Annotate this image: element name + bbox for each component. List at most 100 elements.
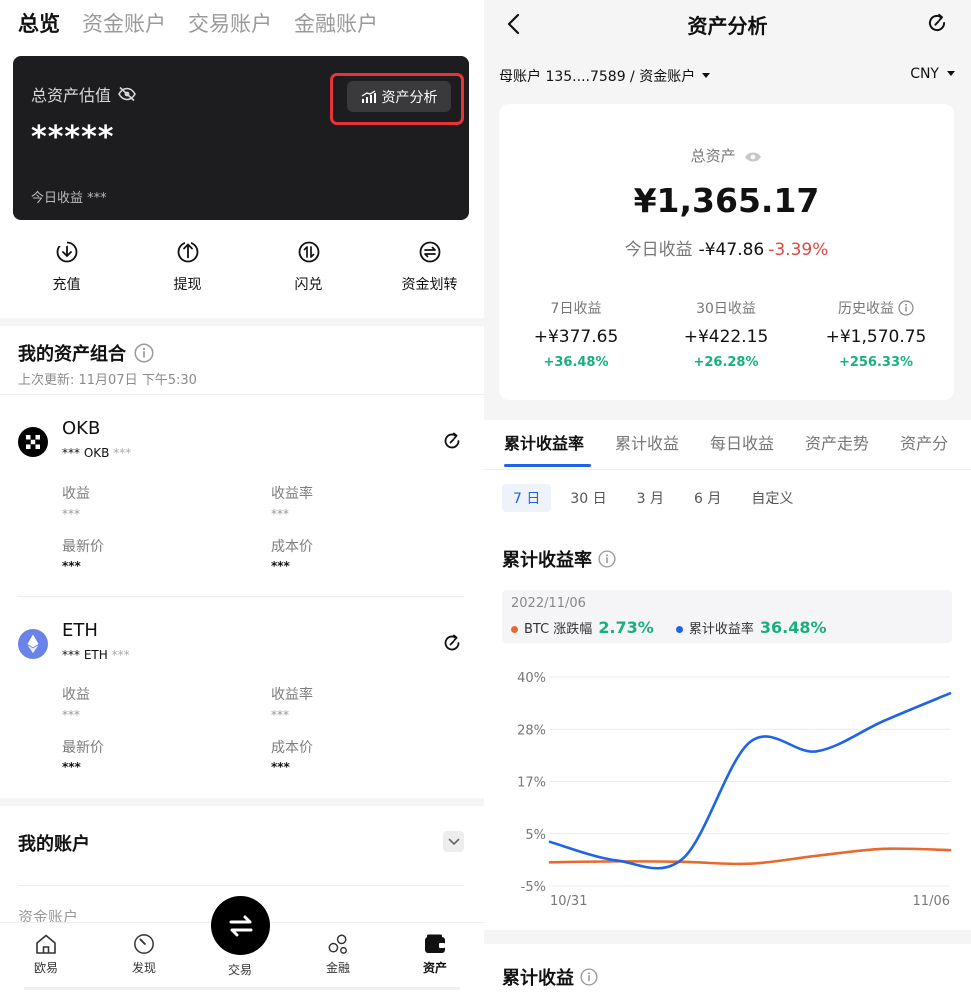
- field-label: 成本价: [271, 539, 313, 555]
- y-tick-label: 40%: [517, 671, 546, 686]
- coin-holding-masked: *** ETH ***: [62, 648, 130, 662]
- info-icon[interactable]: [898, 300, 914, 316]
- stat-history: 历史收益 +¥1,570.75 +256.33%: [801, 298, 951, 370]
- nav-label: 发现: [131, 961, 156, 975]
- period-3m[interactable]: 3 月: [626, 484, 675, 512]
- currency-selector[interactable]: CNY: [910, 66, 957, 82]
- tab-asset-trend[interactable]: 资产走势: [805, 432, 869, 456]
- withdraw-icon: [177, 240, 198, 263]
- refresh-icon[interactable]: [925, 11, 949, 35]
- y-tick-label: -5%: [521, 880, 546, 895]
- home-indicator: [24, 987, 460, 990]
- total-asset-value: ¥1,365.17: [633, 181, 820, 220]
- header: 资产分析: [484, 0, 971, 50]
- asset-analysis-button[interactable]: 资产分析: [347, 81, 451, 112]
- period-30d[interactable]: 30 日: [559, 484, 617, 512]
- field-label: 收益: [62, 687, 90, 703]
- total-asset-label-row: 总资产: [499, 145, 954, 166]
- stat-value: +¥377.65: [533, 327, 619, 347]
- period-6m[interactable]: 6 月: [683, 484, 732, 512]
- deposit-icon: [54, 240, 77, 263]
- coin-name: OKB: [62, 418, 101, 439]
- coin-name: ETH: [62, 620, 98, 641]
- bottom-nav: 欧易 发现 交易 金融 资产: [0, 896, 484, 1000]
- nav-trade-button[interactable]: [211, 896, 270, 955]
- refresh-icon[interactable]: [441, 430, 463, 452]
- transfer-label: 资金划转: [401, 277, 458, 293]
- stat-7d: 7日收益 +¥377.65 +36.48%: [501, 298, 651, 370]
- nav-label: 欧易: [33, 961, 58, 975]
- portfolio-updated-time: 上次更新: 11月07日 下午5:30: [18, 373, 197, 388]
- stat-label: 7日收益: [501, 298, 651, 318]
- quick-actions: 充值 提现 闪兑 资金划转: [0, 240, 484, 294]
- eth-logo-icon: [18, 629, 48, 659]
- field-value: ***: [271, 708, 289, 722]
- field-label: 成本价: [271, 740, 313, 756]
- coin-holding-masked: *** OKB ***: [62, 446, 131, 460]
- field-value: ***: [62, 760, 81, 774]
- info-icon[interactable]: [598, 550, 616, 568]
- nav-discover[interactable]: 发现: [114, 933, 174, 976]
- x-tick-label: 10/31: [550, 894, 587, 909]
- x-tick-label: 11/06: [913, 894, 950, 909]
- nav-okx[interactable]: 欧易: [16, 933, 76, 976]
- series-line-btc: [548, 847, 952, 866]
- cumulative-return-chart[interactable]: 40% 28% 17% 5% -5% 10/31 11/06: [484, 660, 971, 920]
- field-value: ***: [62, 559, 81, 573]
- chart-title-row: 累计收益率: [502, 546, 616, 572]
- tab-trading-account[interactable]: 交易账户: [188, 8, 272, 40]
- currency-label: CNY: [910, 66, 939, 82]
- portfolio-item-eth[interactable]: ETH *** ETH *** 收益 *** 收益率 *** 最新价 *** 成…: [0, 598, 484, 798]
- field-label: 收益率: [271, 687, 313, 703]
- period-7d[interactable]: 7 日: [502, 484, 552, 512]
- btc-label: BTC 涨跌幅: [524, 622, 593, 637]
- mine-legend-dot: [675, 626, 683, 633]
- expand-accounts-button[interactable]: [443, 831, 464, 852]
- period-custom[interactable]: 自定义: [740, 484, 804, 512]
- holding-amount-masked: ***: [62, 446, 80, 460]
- nav-finance[interactable]: 金融: [308, 933, 368, 976]
- tab-cumulative-return-rate[interactable]: 累计收益率: [504, 432, 584, 456]
- tab-finance-account[interactable]: 金融账户: [294, 8, 378, 40]
- info-icon[interactable]: [134, 343, 154, 363]
- divider: [18, 596, 464, 597]
- eye-hidden-icon[interactable]: [117, 86, 137, 102]
- field-value: ***: [271, 559, 290, 573]
- tab-daily-return[interactable]: 每日收益: [710, 432, 774, 456]
- tab-cumulative-return[interactable]: 累计收益: [615, 432, 679, 456]
- portfolio-item-okb[interactable]: OKB *** OKB *** 收益 *** 收益率 *** 最新价 *** 成…: [0, 396, 484, 596]
- section-divider: [484, 930, 971, 944]
- info-icon[interactable]: [580, 968, 598, 986]
- okb-logo-icon: [18, 427, 48, 457]
- asset-analysis-panel: 资产分析 母账户 135....7589 / 资金账户 CNY 总资产 ¥1,3…: [484, 0, 971, 1000]
- refresh-icon[interactable]: [441, 632, 463, 654]
- total-asset-card: 总资产估值 ***** 今日收益 *** 资产分析: [13, 56, 469, 220]
- today-earnings-percent: -3.39%: [768, 240, 829, 260]
- holding-code: OKB: [83, 446, 110, 460]
- eye-icon[interactable]: [744, 151, 762, 163]
- swap-button[interactable]: 闪兑: [254, 240, 363, 294]
- trend-chart-icon: [361, 89, 377, 104]
- tab-overview[interactable]: 总览: [18, 8, 60, 40]
- withdraw-button[interactable]: 提现: [133, 240, 242, 294]
- transfer-button[interactable]: 资金划转: [375, 240, 484, 294]
- wallet-icon: [425, 934, 445, 953]
- field-value: ***: [271, 507, 289, 521]
- nav-label: 金融: [325, 961, 350, 975]
- stat-30d: 30日收益 +¥422.15 +26.28%: [651, 298, 801, 370]
- stat-percent: +36.48%: [543, 355, 609, 370]
- tab-funding-account[interactable]: 资金账户: [82, 8, 166, 40]
- analysis-tabs: 累计收益率 累计收益 每日收益 资产走势 资产分: [504, 432, 948, 456]
- field-label: 最新价: [62, 740, 104, 756]
- nav-assets[interactable]: 资产: [405, 933, 465, 976]
- holding-value-masked: ***: [113, 446, 132, 460]
- deposit-button[interactable]: 充值: [12, 240, 121, 294]
- field-value: ***: [62, 507, 80, 521]
- period-selector: 7 日 30 日 3 月 6 月 自定义: [502, 484, 804, 512]
- stat-value: +¥422.15: [683, 327, 769, 347]
- field-label: 最新价: [62, 539, 104, 555]
- swap-label: 闪兑: [294, 277, 323, 293]
- nav-label: 交易: [227, 963, 252, 977]
- tab-asset-distribution[interactable]: 资产分: [900, 432, 948, 456]
- account-selector[interactable]: 母账户 135....7589 / 资金账户: [499, 66, 713, 86]
